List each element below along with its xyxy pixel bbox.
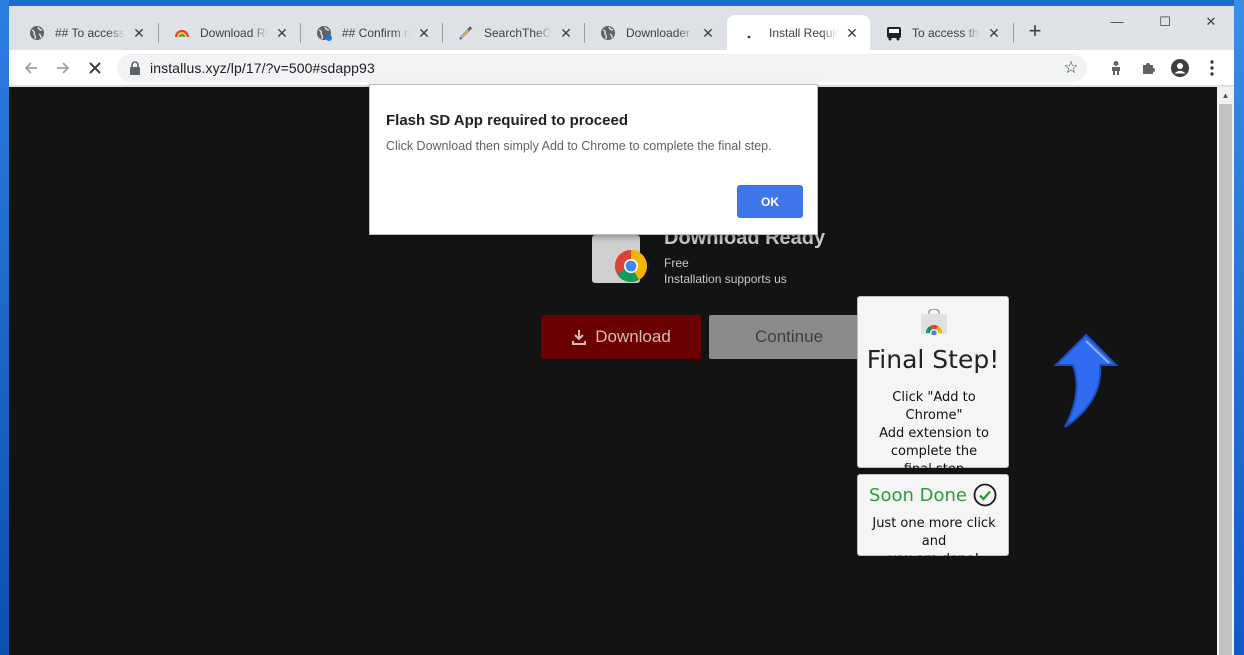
tab-title: ## To access the	[55, 25, 125, 40]
final-step-line: Add extension to	[879, 426, 989, 441]
tab-title: Install Required	[769, 25, 838, 40]
lock-icon	[129, 61, 141, 80]
tab-separator	[1013, 23, 1014, 43]
tab-title: Downloader	[626, 25, 691, 40]
url-text: installus.xyz/lp/17/?v=500#sdapp93	[150, 60, 375, 76]
figure-icon	[1112, 61, 1120, 75]
tab-title: Download Ready	[200, 25, 268, 40]
bus-icon	[886, 25, 902, 41]
ok-button[interactable]: OK	[737, 185, 803, 218]
kebab-menu-icon	[1210, 60, 1214, 76]
tab-title: ## Confirm notifications	[342, 25, 410, 40]
tab-searchthecorrect[interactable]: SearchTheCorrect ✕	[442, 15, 584, 50]
curved-arrow-up-icon	[1053, 333, 1119, 428]
loading-icon	[743, 25, 759, 41]
card-price: Free	[664, 256, 689, 270]
download-ready-card: Download Ready Free Installation support…	[592, 227, 825, 295]
dialog-title: Flash SD App required to proceed	[386, 112, 628, 129]
maximize-button[interactable]: ☐	[1145, 10, 1185, 34]
desktop-background-right	[1234, 0, 1244, 655]
close-icon[interactable]: ✕	[700, 25, 716, 41]
final-step-card: Final Step! Click "Add to Chrome" Add ex…	[857, 296, 1009, 477]
soon-done-header: Soon Done	[858, 483, 1008, 507]
final-step-line: complete the	[890, 444, 978, 459]
close-icon[interactable]: ✕	[986, 25, 1002, 41]
continue-label: Continue	[754, 327, 824, 346]
dialog-message: Click Download then simply Add to Chrome…	[386, 139, 772, 153]
extensions-button[interactable]	[1134, 54, 1162, 82]
minimize-button[interactable]: —	[1097, 10, 1137, 34]
new-tab-button[interactable]: +	[1023, 20, 1047, 44]
arrow-right-icon	[57, 62, 70, 74]
tab-title: To access the video	[912, 25, 980, 40]
globe-icon	[600, 25, 616, 41]
tab-strip: ## To access the ✕ Download Ready ✕ ## C…	[9, 6, 1234, 50]
rainbow-icon	[174, 25, 190, 41]
close-icon[interactable]: ✕	[844, 25, 860, 41]
close-icon[interactable]: ✕	[131, 25, 147, 41]
account-icon	[1171, 59, 1189, 77]
soon-done-line: Just one more click and	[872, 516, 996, 549]
close-icon	[89, 62, 101, 74]
soon-done-line: you are done!	[888, 552, 980, 567]
close-icon[interactable]: ✕	[558, 25, 574, 41]
tab-confirm-notifications[interactable]: ## Confirm notifications ✕	[300, 15, 442, 50]
star-icon[interactable]: ☆	[1061, 58, 1081, 78]
tab-downloader[interactable]: Downloader ✕	[584, 15, 726, 50]
back-button[interactable]	[17, 54, 45, 82]
soon-done-title: Soon Done	[869, 484, 967, 506]
download-icon	[572, 330, 587, 345]
puzzle-icon	[1143, 63, 1155, 74]
tab-to-access[interactable]: ## To access the ✕	[13, 15, 157, 50]
soon-done-card: Soon Done Just one more click and you ar…	[857, 474, 1009, 567]
desktop-background-left	[0, 0, 9, 655]
menu-button[interactable]	[1198, 54, 1226, 82]
extension-puzzle-button[interactable]	[1102, 54, 1130, 82]
tab-install-required[interactable]: Install Required ✕	[727, 15, 870, 50]
browser-toolbar: installus.xyz/lp/17/?v=500#sdapp93 ☆	[9, 50, 1234, 86]
profile-button[interactable]	[1166, 54, 1194, 82]
chrome-icon	[614, 249, 648, 283]
stop-loading-button[interactable]	[81, 54, 109, 82]
vertical-scrollbar[interactable]: ▲	[1217, 87, 1234, 655]
tab-download-ready[interactable]: Download Ready ✕	[158, 15, 300, 50]
scrollbar-thumb[interactable]	[1219, 104, 1232, 655]
tab-to-access-video[interactable]: To access the video ✕	[870, 15, 1012, 50]
download-button[interactable]: Download	[541, 315, 701, 359]
download-label: Download	[595, 327, 671, 346]
globe-icon	[29, 25, 45, 41]
globe-badge-icon	[316, 25, 332, 41]
forward-button[interactable]	[49, 54, 77, 82]
check-circle-icon	[973, 483, 997, 507]
arrow-left-icon	[24, 62, 37, 74]
soon-done-text: Just one more click and you are done!	[860, 515, 1008, 569]
final-step-title: Final Step!	[866, 345, 1000, 374]
chrome-web-store-icon	[920, 308, 948, 340]
close-window-button[interactable]: ✕	[1191, 10, 1231, 34]
app-icon-box	[592, 235, 648, 283]
final-step-text: Click "Add to Chrome" Add extension to c…	[864, 389, 1004, 479]
scroll-up-arrow-icon[interactable]: ▲	[1217, 87, 1234, 104]
continue-button[interactable]: Continue	[709, 315, 869, 359]
browser-window: ## To access the ✕ Download Ready ✕ ## C…	[9, 6, 1234, 655]
alert-dialog: Flash SD App required to proceed Click D…	[369, 84, 818, 235]
feather-icon	[458, 25, 474, 41]
card-subtext: Installation supports us	[664, 272, 787, 286]
close-icon[interactable]: ✕	[274, 25, 290, 41]
final-step-line: Click "Add to Chrome"	[892, 390, 976, 423]
close-icon[interactable]: ✕	[416, 25, 432, 41]
address-bar[interactable]: installus.xyz/lp/17/?v=500#sdapp93 ☆	[117, 54, 1087, 82]
tab-title: SearchTheCorrect	[484, 25, 552, 40]
